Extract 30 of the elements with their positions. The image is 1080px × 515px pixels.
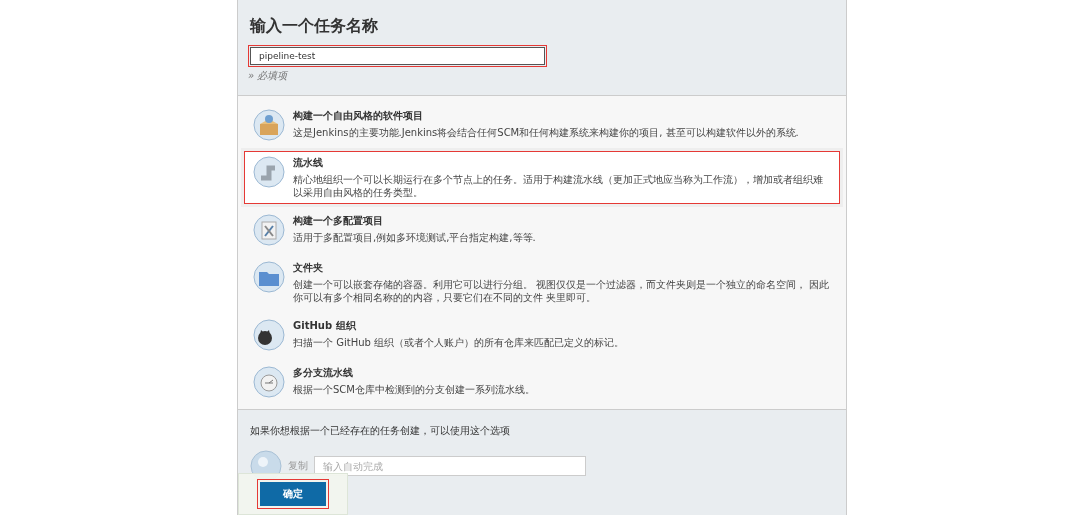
option-description: 创建一个可以嵌套存储的容器。利用它可以进行分组。 视图仅仅是一个过滤器，而文件夹则是一个独立的命名空间， 因此你可以有多个相同名称的的内容，只要它们在不同的文件 夹里即可。 xyxy=(293,278,831,304)
job-type-option[interactable]: 文件夹 创建一个可以嵌套存储的容器。利用它可以进行分组。 视图仅仅是一个过滤器，而文件夹则是一个独立的命名空间， 因此你可以有多个相同名称的的内容，只要它们在不同的文件 夹里即可。 xyxy=(244,256,840,309)
option-title: 构建一个自由风格的软件项目 xyxy=(293,109,424,123)
tools-icon xyxy=(253,214,285,246)
cat-icon xyxy=(253,319,285,351)
copy-label: 复制 xyxy=(288,459,308,473)
copy-field[interactable]: 输入自动完成 xyxy=(314,456,586,476)
folder-icon xyxy=(253,261,285,293)
pipe-icon xyxy=(253,156,285,188)
option-description: 适用于多配置项目,例如多环境测试,平台指定构建,等等. xyxy=(293,231,536,244)
option-title: 多分支流水线 xyxy=(293,366,354,380)
option-title: 文件夹 xyxy=(293,261,324,275)
job-type-option[interactable]: 构建一个自由风格的软件项目 这是Jenkins的主要功能.Jenkins将会结合任何SCM和任何构建系统来构建你的项目, 甚至可以构建软件以外的系统. xyxy=(244,104,840,146)
option-description: 扫描一个 GitHub 组织（或者个人账户）的所有仓库来匹配已定义的标记。 xyxy=(293,336,624,349)
option-title: 构建一个多配置项目 xyxy=(293,214,384,228)
page-title: 输入一个任务名称 xyxy=(250,16,379,37)
job-type-option[interactable]: GitHub 组织 扫描一个 GitHub 组织（或者个人账户）的所有仓库来匹配已定义的标记。 xyxy=(244,314,840,356)
option-title: 流水线 xyxy=(293,156,324,170)
ok-button[interactable]: 确定 xyxy=(260,482,326,506)
option-description: 这是Jenkins的主要功能.Jenkins将会结合任何SCM和任何构建系统来构建你的项目, 甚至可以构建软件以外的系统. xyxy=(293,126,799,139)
copy-hint: 如果你想根据一个已经存在的任务创建，可以使用这个选项 xyxy=(250,424,511,438)
box-icon xyxy=(253,109,285,141)
required-hint: » 必填项 xyxy=(248,69,289,83)
option-description: 根据一个SCM仓库中检测到的分支创建一系列流水线。 xyxy=(293,383,535,396)
option-title: GitHub 组织 xyxy=(293,319,357,333)
job-type-option[interactable]: 流水线 精心地组织一个可以长期运行在多个节点上的任务。适用于构建流水线（更加正式地应当称为工作流），增加或者组织难以采用自由风格的任务类型。 xyxy=(244,151,840,204)
job-type-option[interactable]: 多分支流水线 根据一个SCM仓库中检测到的分支创建一系列流水线。 xyxy=(244,361,840,403)
job-type-option[interactable]: 构建一个多配置项目 适用于多配置项目,例如多环境测试,平台指定构建,等等. xyxy=(244,209,840,251)
option-description: 精心地组织一个可以长期运行在多个节点上的任务。适用于构建流水线（更加正式地应当称为工作流），增加或者组织难以采用自由风格的任务类型。 xyxy=(293,173,824,199)
name-field[interactable]: pipeline-test xyxy=(250,47,545,65)
